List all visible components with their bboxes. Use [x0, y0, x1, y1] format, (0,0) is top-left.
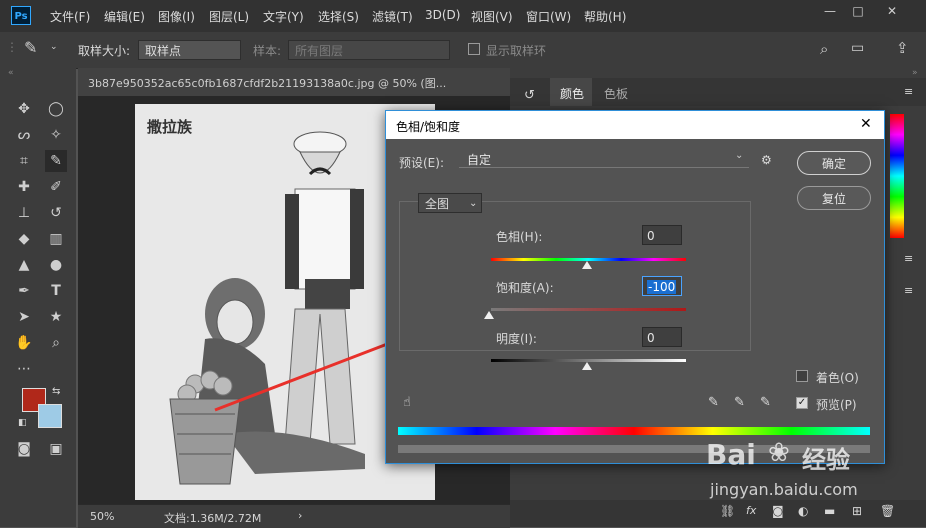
reset-button[interactable]: 复位 [797, 186, 871, 210]
lightness-slider-thumb[interactable] [582, 362, 592, 370]
paw-icon: ❀ [768, 438, 790, 468]
baidu-watermark: Bai ❀ 经验 jingyan.baidu.com [706, 428, 906, 518]
saturation-input[interactable]: -100 [642, 276, 682, 296]
dialog-title: 色相/饱和度 [396, 120, 461, 134]
lightness-input[interactable]: 0 [642, 327, 682, 347]
saturation-slider-track[interactable] [491, 308, 686, 311]
watermark-url: jingyan.baidu.com [710, 480, 858, 499]
eyedropper-icon[interactable]: ✎ [708, 395, 719, 410]
preview-checkbox[interactable]: ✓ [796, 397, 808, 409]
preset-value: 自定 [467, 153, 492, 167]
colorize-label: 着色(O) [816, 371, 859, 385]
watermark-brand: Bai [706, 438, 756, 471]
hue-label: 色相(H): [496, 230, 543, 244]
preset-select[interactable]: 自定 ⌄ [459, 150, 749, 168]
ok-button[interactable]: 确定 [797, 151, 871, 175]
targeted-adjustment-hand-icon[interactable]: ☝ [403, 395, 411, 410]
preset-label: 预设(E): [399, 156, 444, 170]
channel-select[interactable]: 全图 ⌄ [418, 193, 482, 213]
saturation-slider-thumb[interactable] [484, 311, 494, 319]
eyedropper-minus-icon[interactable]: ✎ [760, 395, 771, 410]
hue-input[interactable]: 0 [642, 225, 682, 245]
eyedropper-plus-icon[interactable]: ✎ [734, 395, 745, 410]
adjust-group [399, 201, 751, 351]
lightness-label: 明度(I): [496, 332, 537, 346]
dialog-titlebar[interactable]: 色相/饱和度 ✕ [386, 111, 884, 139]
preview-label: 预览(P) [816, 398, 857, 412]
chevron-down-icon: ⌄ [735, 150, 744, 161]
hue-slider-thumb[interactable] [582, 261, 592, 269]
dialog-close-button[interactable]: ✕ [860, 116, 872, 132]
hue-saturation-dialog: 色相/饱和度 ✕ 预设(E): 自定 ⌄ ⚙ 确定 复位 全图 ⌄ 色相(H):… [385, 110, 885, 464]
saturation-value: -100 [647, 280, 677, 294]
channel-value: 全图 [425, 197, 450, 211]
chevron-down-icon: ⌄ [469, 198, 478, 209]
saturation-label: 饱和度(A): [496, 281, 554, 295]
watermark-brand-2: 经验 [802, 446, 850, 474]
preset-options-gear-icon[interactable]: ⚙ [761, 153, 772, 167]
colorize-checkbox[interactable] [796, 370, 808, 382]
